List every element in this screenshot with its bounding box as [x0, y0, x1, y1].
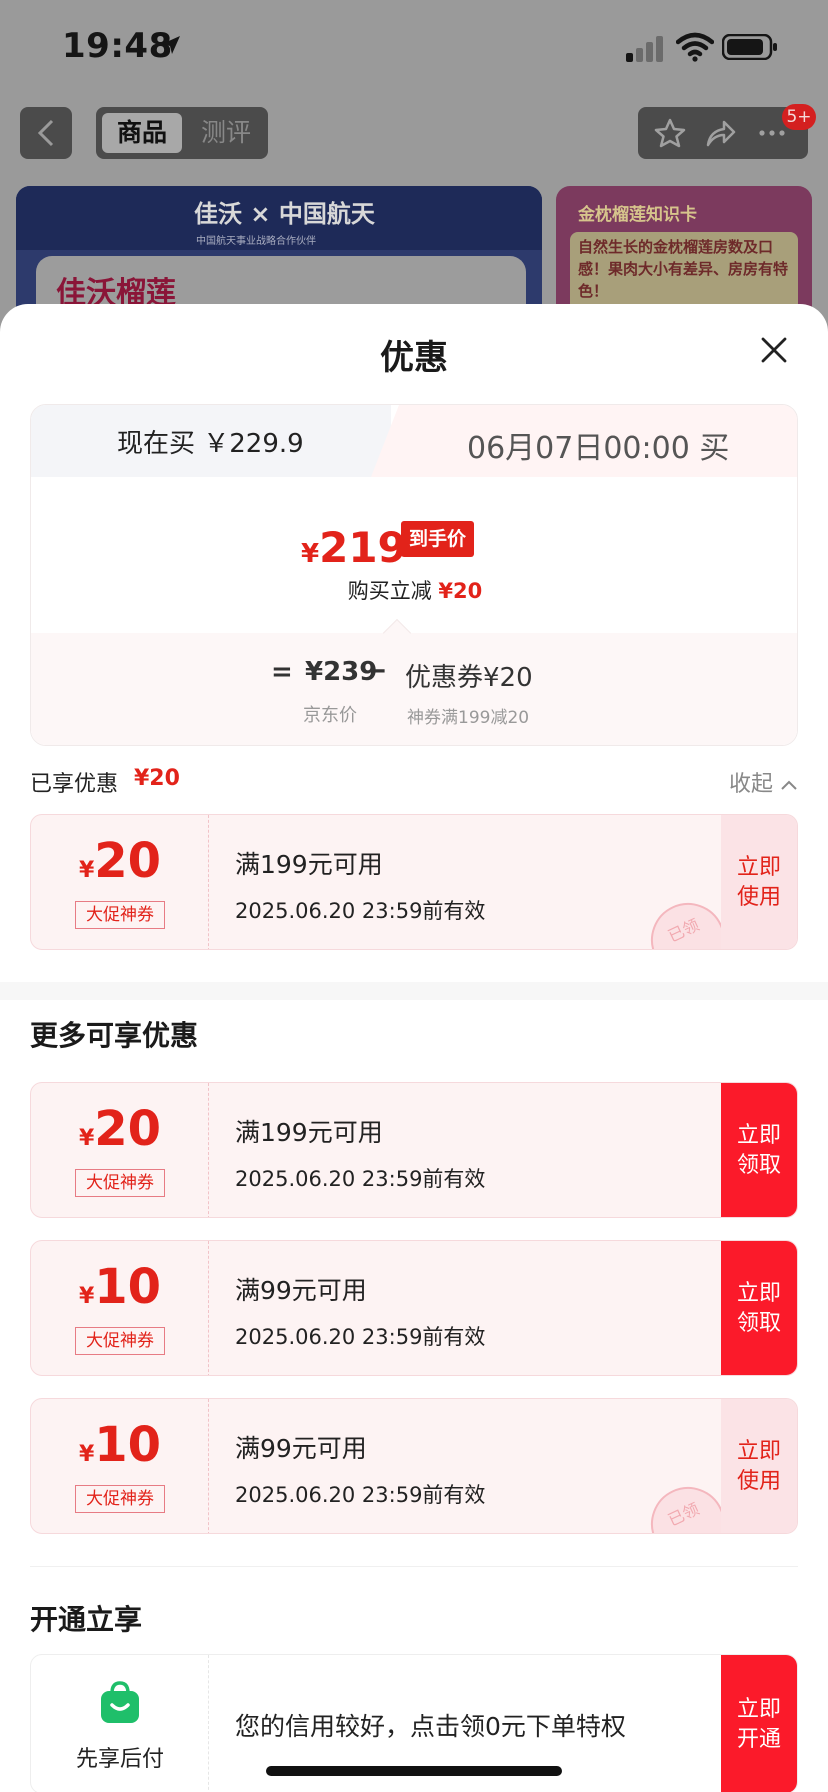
jd-price-label: 京东价	[303, 705, 357, 726]
buy-later-label: 06月07日00:00 买	[467, 431, 730, 466]
bnpl-description: 您的信用较好，点击领0元下单特权	[235, 1712, 626, 1741]
cellular-signal-icon	[626, 36, 663, 62]
coupon-value: 20	[94, 1101, 162, 1157]
price-formula: = ¥239 – 优惠券¥20 京东价 神券满199减20	[31, 633, 797, 745]
home-indicator	[266, 1766, 562, 1776]
product-tabs: 商品 测评	[96, 107, 268, 159]
use-now-button[interactable]: 立即 使用	[721, 1399, 797, 1533]
buy-now-label: 现在买 ￥229.9	[117, 429, 304, 459]
enjoyed-discount-row: 已享优惠 ¥20 收起	[30, 766, 798, 798]
coupon-card: ¥20 大促神券 满199元可用 2025.06.20 23:59前有效 立即领…	[30, 1082, 798, 1218]
coupon-deduction: 优惠券¥20	[405, 663, 533, 693]
share-icon[interactable]	[704, 117, 736, 149]
coupon-currency: ¥	[78, 1126, 95, 1151]
coupon-type: 大促神券	[75, 1327, 165, 1355]
sheet-title: 优惠	[380, 338, 448, 378]
coupon-expiry: 2025.06.20 23:59前有效	[235, 1483, 486, 1507]
shopping-bag-icon	[101, 1681, 139, 1723]
back-button[interactable]	[20, 107, 72, 159]
coupon-condition: 满99元可用	[235, 1276, 367, 1305]
coupon-currency: ¥	[78, 858, 95, 883]
bnpl-brand-area: 先享后付	[31, 1655, 209, 1792]
coupon-value: 10	[94, 1417, 162, 1473]
tab-product[interactable]: 商品	[102, 113, 182, 153]
battery-icon	[722, 34, 777, 60]
more-discounts-title: 更多可享优惠	[30, 1019, 199, 1052]
price-breakdown: ¥219 到手价 购买立减 ¥20 = ¥239 – 优惠券¥20 京东价 神券…	[31, 477, 797, 745]
banner-subtitle: 中国航天事业战略合作伙伴	[196, 236, 316, 247]
banner-brand: 佳沃 × 中国航天	[194, 200, 375, 228]
coupon-amount: ¥20	[31, 1101, 209, 1157]
final-price-currency: ¥	[301, 539, 320, 569]
claim-now-button[interactable]: 立即 领取	[721, 1083, 797, 1217]
final-price: ¥219	[301, 523, 407, 572]
background-page: 19:48 商品 测评 5+ 佳沃 × 中国航天 中国航天事业战略合作伙伴 佳沃…	[0, 0, 828, 340]
coupon-value-area: ¥20 大促神券	[31, 815, 209, 949]
location-arrow-icon	[162, 36, 180, 54]
collapse-toggle[interactable]: 收起	[729, 766, 798, 798]
wifi-icon	[676, 32, 714, 62]
formula-equals: =	[271, 657, 293, 687]
enjoyed-label: 已享优惠	[30, 772, 119, 797]
activate-now-button[interactable]: 立即 开通	[721, 1655, 797, 1792]
message-badge: 5+	[782, 104, 816, 130]
final-price-value: 219	[319, 523, 407, 572]
coupon-value-area: ¥20 大促神券	[31, 1083, 209, 1217]
tab-review[interactable]: 测评	[186, 113, 266, 153]
coupon-condition: 满199元可用	[235, 1118, 383, 1147]
price-compare-card: 现在买 ￥229.9 06月07日00:00 买 ¥219 到手价 购买立减 ¥…	[30, 404, 798, 746]
section-divider	[0, 982, 828, 1000]
chevron-up-icon	[781, 780, 797, 790]
instant-discount-amount: ¥20	[438, 579, 483, 603]
coupon-card: ¥10 大促神券 满99元可用 2025.06.20 23:59前有效 立即 领取	[30, 1240, 798, 1376]
coupon-value-area: ¥10 大促神券	[31, 1399, 209, 1533]
coupon-amount: ¥10	[31, 1417, 209, 1473]
jd-price: ¥239	[305, 657, 378, 687]
coupon-type: 大促神券	[75, 901, 165, 929]
claim-now-button[interactable]: 立即 领取	[721, 1241, 797, 1375]
close-icon[interactable]	[758, 334, 790, 366]
collapse-label: 收起	[728, 772, 773, 797]
status-time: 19:48	[62, 26, 173, 66]
coupon-card: ¥10 大促神券 满99元可用 2025.06.20 23:59前有效 已领 立…	[30, 1398, 798, 1534]
coupon-value: 10	[94, 1259, 162, 1315]
coupon-expiry: 2025.06.20 23:59前有效	[235, 899, 486, 923]
coupon-amount: ¥20	[31, 833, 209, 889]
chevron-left-icon	[37, 119, 54, 147]
formula-minus: –	[373, 655, 386, 685]
coupon-type: 大促神券	[75, 1485, 165, 1513]
status-bar: 19:48	[0, 0, 828, 96]
coupon-currency: ¥	[78, 1284, 95, 1309]
bnpl-label: 先享后付	[75, 1747, 164, 1772]
knowledge-card-text: 自然生长的金枕榴莲房数及口感！果肉大小有差异、房房有特色！	[578, 238, 789, 300]
coupon-amount: ¥10	[31, 1259, 209, 1315]
coupon-card: ¥20 大促神券 满199元可用 2025.06.20 23:59前有效 已领 …	[30, 814, 798, 950]
open-to-enjoy-title: 开通立享	[30, 1603, 143, 1636]
discount-sheet: 优惠 现在买 ￥229.9 06月07日00:00 买 ¥219 到手价 购买立…	[0, 304, 828, 1792]
enjoyed-amount: ¥20	[134, 766, 180, 791]
final-price-tag: 到手价	[401, 521, 475, 557]
instant-discount-label: 购买立减	[347, 579, 432, 603]
coupon-expiry: 2025.06.20 23:59前有效	[235, 1167, 486, 1191]
coupon-type: 大促神券	[75, 1169, 165, 1197]
coupon-condition: 满199元可用	[235, 850, 383, 879]
coupon-value-area: ¥10 大促神券	[31, 1241, 209, 1375]
use-now-button[interactable]: 立即 使用	[721, 815, 797, 949]
coupon-expiry: 2025.06.20 23:59前有效	[235, 1325, 486, 1349]
knowledge-card-title: 金枕榴莲知识卡	[578, 205, 697, 225]
section-separator	[30, 1566, 798, 1567]
coupon-deduction-label: 神券满199减20	[407, 708, 530, 728]
star-icon[interactable]	[654, 117, 686, 149]
coupon-value: 20	[94, 833, 162, 889]
coupon-condition: 满99元可用	[235, 1434, 367, 1463]
coupon-currency: ¥	[78, 1442, 95, 1467]
instant-discount: 购买立减 ¥20	[31, 575, 797, 605]
